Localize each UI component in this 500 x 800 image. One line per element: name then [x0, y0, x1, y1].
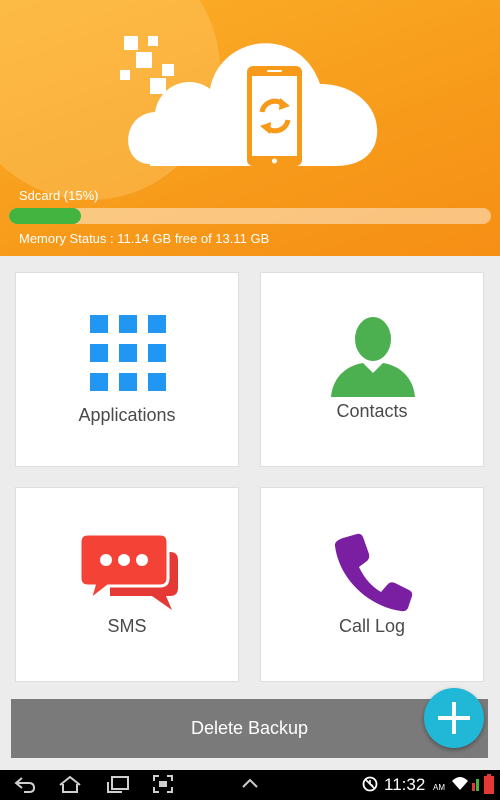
- applications-label: Applications: [78, 405, 176, 425]
- applications-tile[interactable]: Applications: [15, 272, 239, 467]
- delete-backup-button[interactable]: Delete Backup: [11, 699, 488, 758]
- battery-icon: [484, 774, 494, 794]
- screenshot-icon[interactable]: [152, 774, 174, 794]
- recent-apps-icon[interactable]: [106, 774, 130, 794]
- signal-icon: [472, 779, 479, 791]
- memory-status: Memory Status : 11.14 GB free of 13.11 G…: [19, 231, 270, 246]
- storage-header: Sdcard (15%) Memory Status : 11.14 GB fr…: [0, 0, 500, 256]
- back-icon[interactable]: [14, 774, 36, 794]
- person-icon: [331, 317, 415, 397]
- status-time: 11:32: [384, 775, 426, 794]
- no-alarm-icon: [362, 776, 378, 792]
- storage-label: Sdcard (15%): [19, 188, 99, 203]
- call-log-tile[interactable]: Call Log: [260, 487, 484, 682]
- app-grid-icon: [90, 315, 166, 391]
- add-backup-button[interactable]: [424, 688, 484, 748]
- wifi-icon: [452, 777, 468, 790]
- chevron-up-icon[interactable]: [240, 774, 260, 794]
- contacts-tile[interactable]: Contacts: [260, 272, 484, 467]
- phone-icon: [334, 533, 413, 612]
- storage-progress-bar: [9, 208, 491, 224]
- storage-progress-fill: [9, 208, 82, 224]
- system-navigation-bar: 11:32 AM: [0, 770, 500, 800]
- chat-bubbles-icon: [80, 534, 178, 610]
- sms-label: SMS: [107, 616, 147, 636]
- sms-tile[interactable]: SMS: [15, 487, 239, 682]
- call-log-label: Call Log: [338, 616, 406, 636]
- home-icon[interactable]: [58, 774, 82, 794]
- plus-icon: [438, 702, 470, 734]
- cloud-sync-icon: [120, 36, 378, 166]
- status-ampm: AM: [433, 783, 445, 792]
- contacts-label: Contacts: [336, 401, 408, 421]
